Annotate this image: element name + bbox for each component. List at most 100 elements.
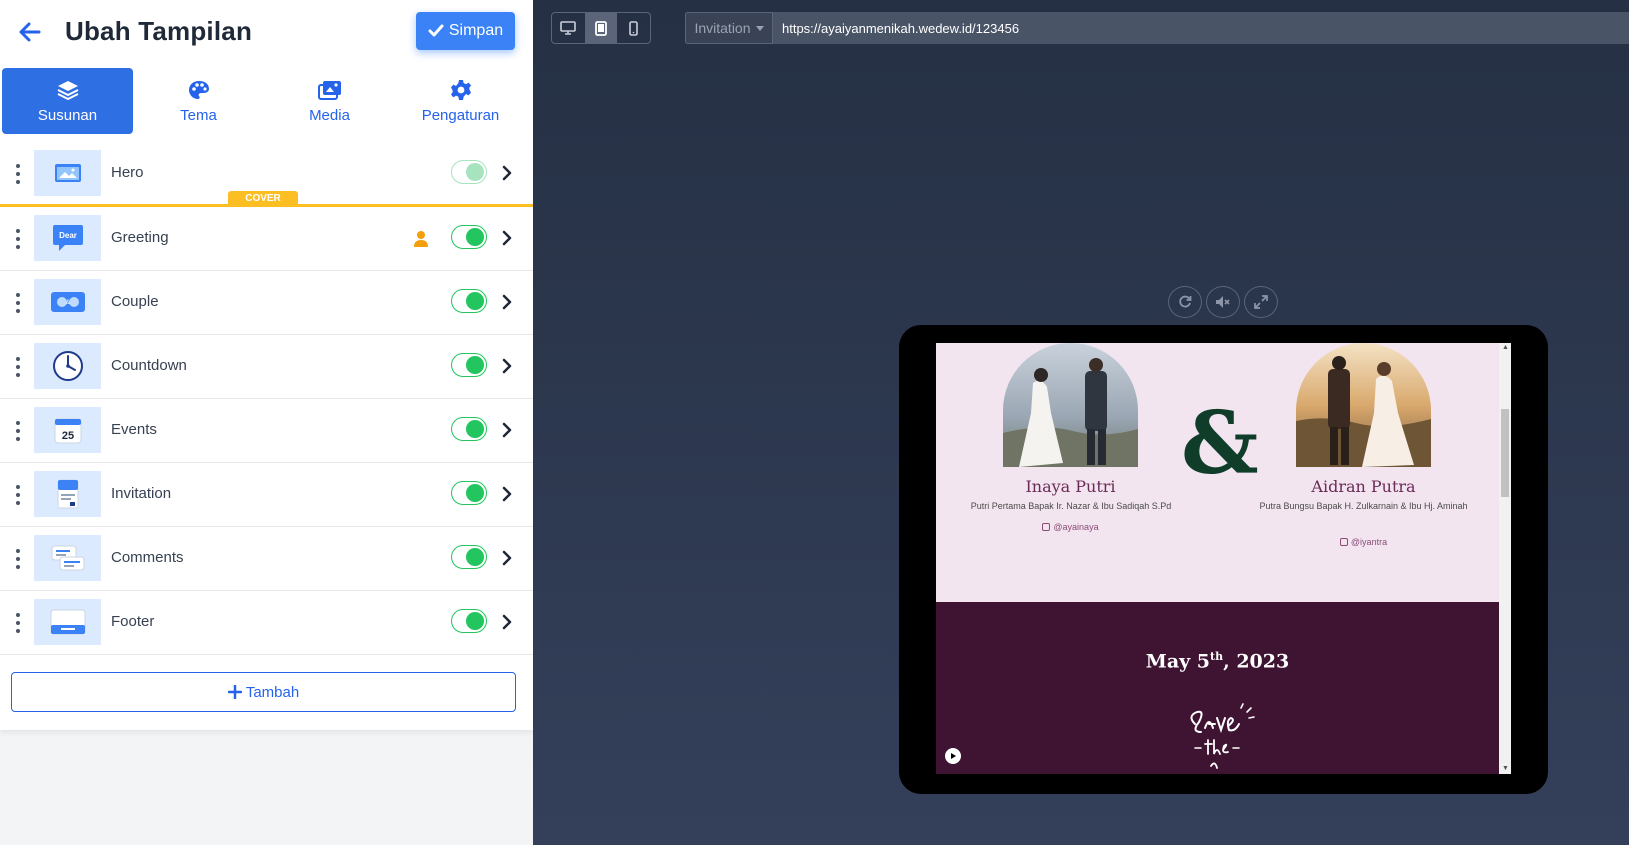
scroll-up-arrow[interactable]: ▲ bbox=[1502, 344, 1509, 351]
section-label: Events bbox=[111, 421, 157, 438]
back-button[interactable] bbox=[14, 16, 46, 48]
mute-button[interactable] bbox=[1206, 286, 1240, 318]
section-toggle[interactable] bbox=[451, 481, 487, 505]
invitation-preview-screen: & Inaya Putri Putri Pertama Bapak Ir. Na… bbox=[936, 343, 1511, 774]
section-label: Hero bbox=[111, 164, 144, 181]
refresh-button[interactable] bbox=[1168, 286, 1202, 318]
desktop-view-button[interactable] bbox=[552, 13, 585, 43]
section-row-events[interactable]: 25 Events bbox=[0, 399, 533, 463]
editor-header: Ubah Tampilan Simpan bbox=[0, 0, 533, 64]
wedding-date: May 5th, 2023 bbox=[1145, 650, 1290, 673]
bride-name: Inaya Putri bbox=[1025, 477, 1116, 496]
section-list: Hero COVER Dear Greeting & Couple Countd… bbox=[0, 142, 533, 655]
cover-badge: COVER bbox=[228, 191, 298, 207]
date-section: May 5th, 2023 bbox=[936, 602, 1499, 774]
mobile-view-button[interactable] bbox=[617, 13, 650, 43]
section-row-comments[interactable]: Comments bbox=[0, 527, 533, 591]
ampersand: & bbox=[1181, 393, 1259, 494]
chevron-right-icon[interactable] bbox=[500, 613, 514, 631]
refresh-icon bbox=[1179, 295, 1192, 308]
gear-icon bbox=[449, 79, 473, 101]
events-thumb-text: 25 bbox=[61, 430, 73, 442]
chevron-right-icon[interactable] bbox=[500, 357, 514, 375]
invitation-thumbnail bbox=[34, 471, 101, 517]
mobile-icon bbox=[629, 20, 638, 36]
bride-instagram[interactable]: @ayainaya bbox=[1003, 522, 1138, 532]
page-select-value: Invitation bbox=[694, 20, 751, 36]
section-row-hero[interactable]: Hero COVER bbox=[0, 142, 533, 207]
chevron-right-icon[interactable] bbox=[500, 485, 514, 503]
section-toggle[interactable] bbox=[451, 225, 487, 249]
fullscreen-button[interactable] bbox=[1244, 286, 1278, 318]
layers-icon bbox=[56, 79, 80, 101]
scroll-down-arrow[interactable]: ▼ bbox=[1502, 765, 1509, 772]
page-select[interactable]: Invitation bbox=[685, 12, 773, 44]
section-label: Comments bbox=[111, 549, 184, 566]
couple-section: & Inaya Putri Putri Pertama Bapak Ir. Na… bbox=[936, 343, 1499, 602]
groom-name: Aidran Putra bbox=[1311, 477, 1416, 496]
tab-pengaturan[interactable]: Pengaturan bbox=[395, 68, 526, 134]
chevron-right-icon[interactable] bbox=[500, 164, 514, 182]
tablet-view-button[interactable] bbox=[584, 13, 618, 43]
save-button[interactable]: Simpan bbox=[416, 12, 515, 50]
countdown-thumbnail bbox=[34, 343, 101, 389]
section-row-greeting[interactable]: Dear Greeting bbox=[0, 207, 533, 271]
section-toggle[interactable] bbox=[451, 609, 487, 633]
section-toggle[interactable] bbox=[451, 353, 487, 377]
footer-thumbnail bbox=[34, 599, 101, 645]
greeting-thumbnail: Dear bbox=[34, 215, 101, 261]
events-thumbnail: 25 bbox=[34, 407, 101, 453]
tab-susunan[interactable]: Susunan bbox=[2, 68, 133, 134]
desktop-icon bbox=[560, 21, 577, 35]
preview-controls bbox=[1168, 286, 1278, 318]
preview-area: Invitation https://ayaiyanmenikah.wedew.… bbox=[533, 0, 1629, 845]
section-label: Footer bbox=[111, 613, 155, 630]
save-the-date-script bbox=[1190, 703, 1255, 769]
drag-handle[interactable] bbox=[12, 613, 24, 633]
drag-handle[interactable] bbox=[12, 229, 24, 249]
tab-label: Tema bbox=[180, 106, 217, 124]
expand-icon bbox=[1254, 295, 1268, 309]
preview-scrollbar[interactable]: ▲ ▼ bbox=[1499, 343, 1511, 774]
add-section-label: Tambah bbox=[245, 683, 300, 701]
tab-label: Susunan bbox=[37, 106, 98, 124]
chevron-right-icon[interactable] bbox=[500, 421, 514, 439]
plus-icon bbox=[227, 685, 242, 699]
play-icon bbox=[951, 753, 956, 759]
groom-instagram[interactable]: @iyantra bbox=[1296, 537, 1431, 547]
chevron-right-icon[interactable] bbox=[500, 293, 514, 311]
drag-handle[interactable] bbox=[12, 485, 24, 505]
section-row-couple[interactable]: & Couple bbox=[0, 271, 533, 335]
drag-handle[interactable] bbox=[12, 293, 24, 313]
drag-handle[interactable] bbox=[12, 549, 24, 569]
chevron-right-icon[interactable] bbox=[500, 229, 514, 247]
tab-media[interactable]: Media bbox=[264, 68, 395, 134]
section-row-invitation[interactable]: Invitation bbox=[0, 463, 533, 527]
tab-tema[interactable]: Tema bbox=[133, 68, 264, 134]
section-label: Invitation bbox=[111, 485, 172, 502]
section-toggle[interactable] bbox=[451, 289, 487, 313]
section-row-footer[interactable]: Footer bbox=[0, 591, 533, 655]
tab-label: Media bbox=[309, 106, 350, 124]
scrollbar-thumb[interactable] bbox=[1501, 409, 1509, 497]
preview-url[interactable]: https://ayaiyanmenikah.wedew.id/123456 bbox=[782, 21, 1019, 36]
drag-handle[interactable] bbox=[12, 421, 24, 441]
chevron-right-icon[interactable] bbox=[500, 549, 514, 567]
section-toggle[interactable] bbox=[451, 160, 487, 184]
svg-text:&: & bbox=[65, 300, 69, 306]
drag-handle[interactable] bbox=[12, 357, 24, 377]
music-play-button[interactable] bbox=[945, 748, 961, 764]
drag-handle[interactable] bbox=[12, 164, 24, 184]
section-toggle[interactable] bbox=[451, 545, 487, 569]
editor-panel: Ubah Tampilan Simpan Susunan Tema Media … bbox=[0, 0, 533, 845]
editor-tabs: Susunan Tema Media Pengaturan bbox=[0, 68, 533, 136]
volume-mute-icon bbox=[1216, 296, 1230, 308]
add-section-button[interactable]: Tambah bbox=[11, 672, 516, 712]
section-toggle[interactable] bbox=[451, 417, 487, 441]
section-row-countdown[interactable]: Countdown bbox=[0, 335, 533, 399]
check-icon bbox=[428, 24, 444, 37]
url-bar: Invitation https://ayaiyanmenikah.wedew.… bbox=[685, 12, 1629, 44]
bride-photo bbox=[1003, 343, 1138, 467]
editor-card: Ubah Tampilan Simpan Susunan Tema Media … bbox=[0, 0, 533, 730]
section-label: Couple bbox=[111, 293, 159, 310]
